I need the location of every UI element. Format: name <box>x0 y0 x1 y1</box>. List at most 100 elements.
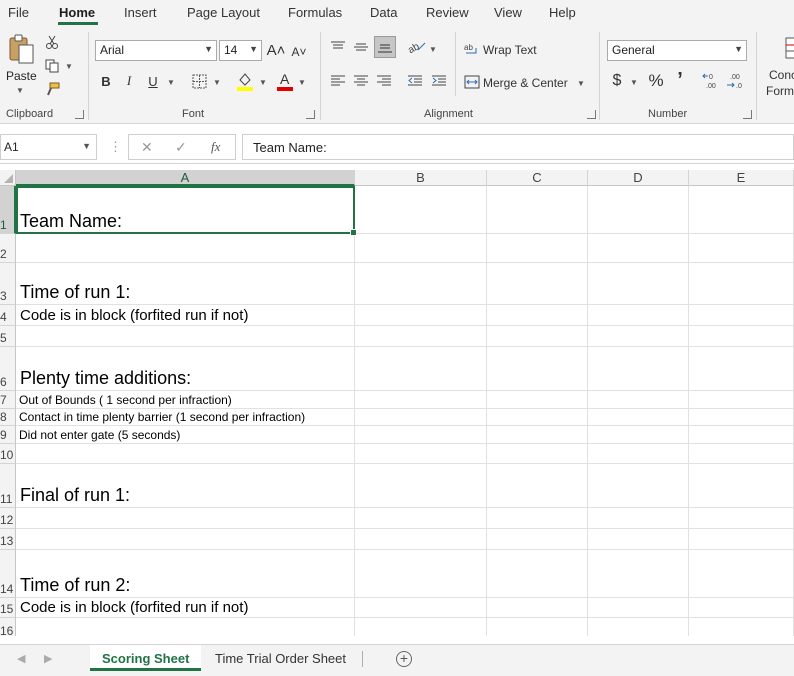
cell-c2[interactable] <box>487 234 588 263</box>
cell-a5[interactable] <box>16 326 355 347</box>
cell-a14[interactable]: Time of run 2: <box>16 550 355 598</box>
cell-e3[interactable] <box>689 263 794 305</box>
cell-d14[interactable] <box>588 550 689 598</box>
merge-center-button[interactable]: Merge & Center <box>483 76 568 90</box>
tab-home[interactable]: Home <box>59 5 95 20</box>
merge-dropdown-icon[interactable]: ▼ <box>577 79 585 88</box>
bold-button[interactable]: B <box>97 71 115 91</box>
increase-indent-icon[interactable] <box>430 72 448 90</box>
cell-a13[interactable] <box>16 529 355 550</box>
cell-a15[interactable]: Code is in block (forfited run if not) <box>16 598 355 618</box>
cell-d10[interactable] <box>588 444 689 464</box>
column-header-a[interactable]: A <box>16 170 355 186</box>
row-header[interactable]: 2 <box>0 234 16 263</box>
conditional-formatting-icon[interactable] <box>784 36 794 60</box>
percent-button[interactable]: % <box>646 71 666 91</box>
cell-a16[interactable] <box>16 618 355 636</box>
decrease-font-size-button[interactable]: A˅ <box>290 42 308 62</box>
cell-a10[interactable] <box>16 444 355 464</box>
cell-a7[interactable]: Out of Bounds ( 1 second per infraction) <box>16 391 355 409</box>
cell-e5[interactable] <box>689 326 794 347</box>
cell-d16[interactable] <box>588 618 689 636</box>
cell-a1[interactable]: Team Name: <box>16 186 355 234</box>
number-launcher-icon[interactable] <box>743 110 752 119</box>
increase-decimal-icon[interactable]: 0.00 <box>702 71 722 91</box>
cell-e8[interactable] <box>689 409 794 426</box>
cell-d7[interactable] <box>588 391 689 409</box>
cell-d5[interactable] <box>588 326 689 347</box>
italic-button[interactable]: I <box>120 71 138 91</box>
cell-e15[interactable] <box>689 598 794 618</box>
cell-d3[interactable] <box>588 263 689 305</box>
cell-b12[interactable] <box>355 508 487 529</box>
copy-icon[interactable] <box>44 58 60 74</box>
cell-d2[interactable] <box>588 234 689 263</box>
row-header[interactable]: 10 <box>0 444 16 464</box>
cell-b3[interactable] <box>355 263 487 305</box>
cell-a12[interactable] <box>16 508 355 529</box>
row-header[interactable]: 5 <box>0 326 16 347</box>
align-top-icon[interactable] <box>329 38 347 56</box>
select-all-button[interactable] <box>0 170 16 186</box>
add-sheet-icon[interactable]: + <box>396 651 412 667</box>
cell-e10[interactable] <box>689 444 794 464</box>
row-header[interactable]: 3 <box>0 263 16 305</box>
enter-icon[interactable]: ✓ <box>175 139 187 156</box>
row-header[interactable]: 6 <box>0 347 16 391</box>
cell-d6[interactable] <box>588 347 689 391</box>
cell-c4[interactable] <box>487 305 588 326</box>
cell-a11[interactable]: Final of run 1: <box>16 464 355 508</box>
cell-c12[interactable] <box>487 508 588 529</box>
cell-c3[interactable] <box>487 263 588 305</box>
tab-help[interactable]: Help <box>549 5 576 20</box>
copy-dropdown-icon[interactable]: ▼ <box>65 62 73 71</box>
alignment-launcher-icon[interactable] <box>587 110 596 119</box>
cell-d11[interactable] <box>588 464 689 508</box>
decrease-decimal-icon[interactable]: .00.0 <box>726 71 746 91</box>
cell-a8[interactable]: Contact in time plenty barrier (1 second… <box>16 409 355 426</box>
cell-d13[interactable] <box>588 529 689 550</box>
scroll-left-icon[interactable]: ◀ <box>17 652 25 665</box>
cell-b6[interactable] <box>355 347 487 391</box>
cell-e4[interactable] <box>689 305 794 326</box>
underline-button[interactable]: U <box>144 71 162 91</box>
cell-e1[interactable] <box>689 186 794 234</box>
cell-a3[interactable]: Time of run 1: <box>16 263 355 305</box>
row-header[interactable]: 9 <box>0 426 16 444</box>
tab-data[interactable]: Data <box>370 5 397 20</box>
row-header[interactable]: 8 <box>0 409 16 426</box>
borders-icon[interactable] <box>190 72 208 90</box>
tab-view[interactable]: View <box>494 5 522 20</box>
wrap-text-button[interactable]: Wrap Text <box>483 43 537 57</box>
cell-c1[interactable] <box>487 186 588 234</box>
cell-a9[interactable]: Did not enter gate (5 seconds) <box>16 426 355 444</box>
cell-e9[interactable] <box>689 426 794 444</box>
cell-b8[interactable] <box>355 409 487 426</box>
row-header[interactable]: 11 <box>0 464 16 508</box>
cell-b11[interactable] <box>355 464 487 508</box>
increase-font-size-button[interactable]: A˄ <box>267 40 286 60</box>
cell-d9[interactable] <box>588 426 689 444</box>
cell-d8[interactable] <box>588 409 689 426</box>
cut-icon[interactable] <box>44 34 60 50</box>
conditional-formatting-label-2[interactable]: Form <box>766 84 794 98</box>
cell-c9[interactable] <box>487 426 588 444</box>
column-header-c[interactable]: C <box>487 170 588 186</box>
borders-dropdown-icon[interactable]: ▼ <box>213 78 221 87</box>
cell-b15[interactable] <box>355 598 487 618</box>
formula-input[interactable]: Team Name: <box>242 134 794 160</box>
cell-e14[interactable] <box>689 550 794 598</box>
align-center-icon[interactable] <box>352 72 370 90</box>
cell-b4[interactable] <box>355 305 487 326</box>
tab-insert[interactable]: Insert <box>124 5 157 20</box>
currency-button[interactable]: $ <box>610 71 624 91</box>
cell-e16[interactable] <box>689 618 794 636</box>
cell-e2[interactable] <box>689 234 794 263</box>
column-header-e[interactable]: E <box>689 170 794 186</box>
cell-b5[interactable] <box>355 326 487 347</box>
cell-e7[interactable] <box>689 391 794 409</box>
cell-c15[interactable] <box>487 598 588 618</box>
font-name-select[interactable]: Arial ▼ <box>95 40 217 61</box>
cell-b13[interactable] <box>355 529 487 550</box>
cell-c7[interactable] <box>487 391 588 409</box>
